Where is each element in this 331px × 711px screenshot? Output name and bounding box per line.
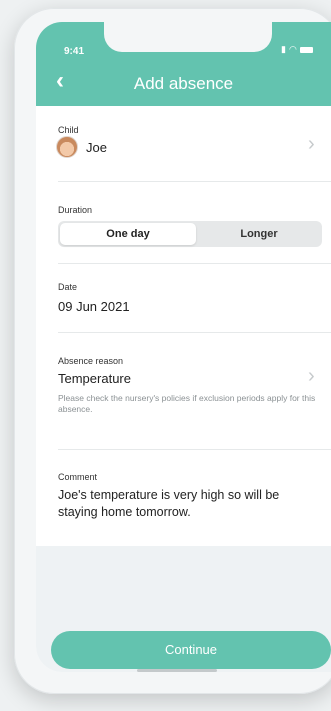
continue-button[interactable]: Continue bbox=[51, 631, 331, 669]
comment-label: Comment bbox=[58, 472, 98, 482]
date-field[interactable]: 09 Jun 2021 bbox=[58, 299, 130, 314]
duration-segmented-control: One day Longer bbox=[58, 221, 322, 247]
date-label: Date bbox=[58, 282, 78, 292]
absence-reason-label: Absence reason bbox=[58, 356, 124, 366]
chevron-right-icon[interactable]: › bbox=[308, 365, 315, 388]
divider bbox=[58, 332, 331, 333]
child-avatar bbox=[56, 136, 78, 158]
status-icons: ▮ ◠ bbox=[281, 44, 313, 55]
divider bbox=[58, 263, 331, 264]
app-screen: 9:41 ▮ ◠ ‹ Add absence Child Joe › Durat… bbox=[36, 22, 331, 672]
absence-reason-note: Please check the nursery's policies if e… bbox=[58, 393, 316, 414]
child-label: Child bbox=[58, 125, 79, 135]
page-title: Add absence bbox=[133, 74, 234, 93]
wifi-icon: ◠ bbox=[288, 44, 297, 54]
duration-label: Duration bbox=[58, 205, 93, 215]
header-bar: 9:41 ▮ ◠ ‹ Add absence bbox=[36, 22, 331, 106]
divider bbox=[58, 449, 331, 450]
absence-reason-field[interactable]: Temperature bbox=[58, 371, 131, 386]
battery-icon bbox=[299, 46, 313, 53]
child-name[interactable]: Joe bbox=[86, 140, 107, 155]
device-notch bbox=[104, 22, 272, 52]
duration-option-longer[interactable]: Longer bbox=[198, 223, 320, 245]
home-indicator bbox=[137, 669, 217, 672]
signal-icon: ▮ bbox=[281, 44, 286, 54]
chevron-right-icon[interactable]: › bbox=[308, 133, 315, 156]
status-time: 9:41 bbox=[64, 46, 85, 57]
divider bbox=[58, 181, 331, 182]
duration-option-one-day[interactable]: One day bbox=[60, 223, 196, 245]
comment-field[interactable]: Joe's temperature is very high so will b… bbox=[58, 487, 320, 521]
